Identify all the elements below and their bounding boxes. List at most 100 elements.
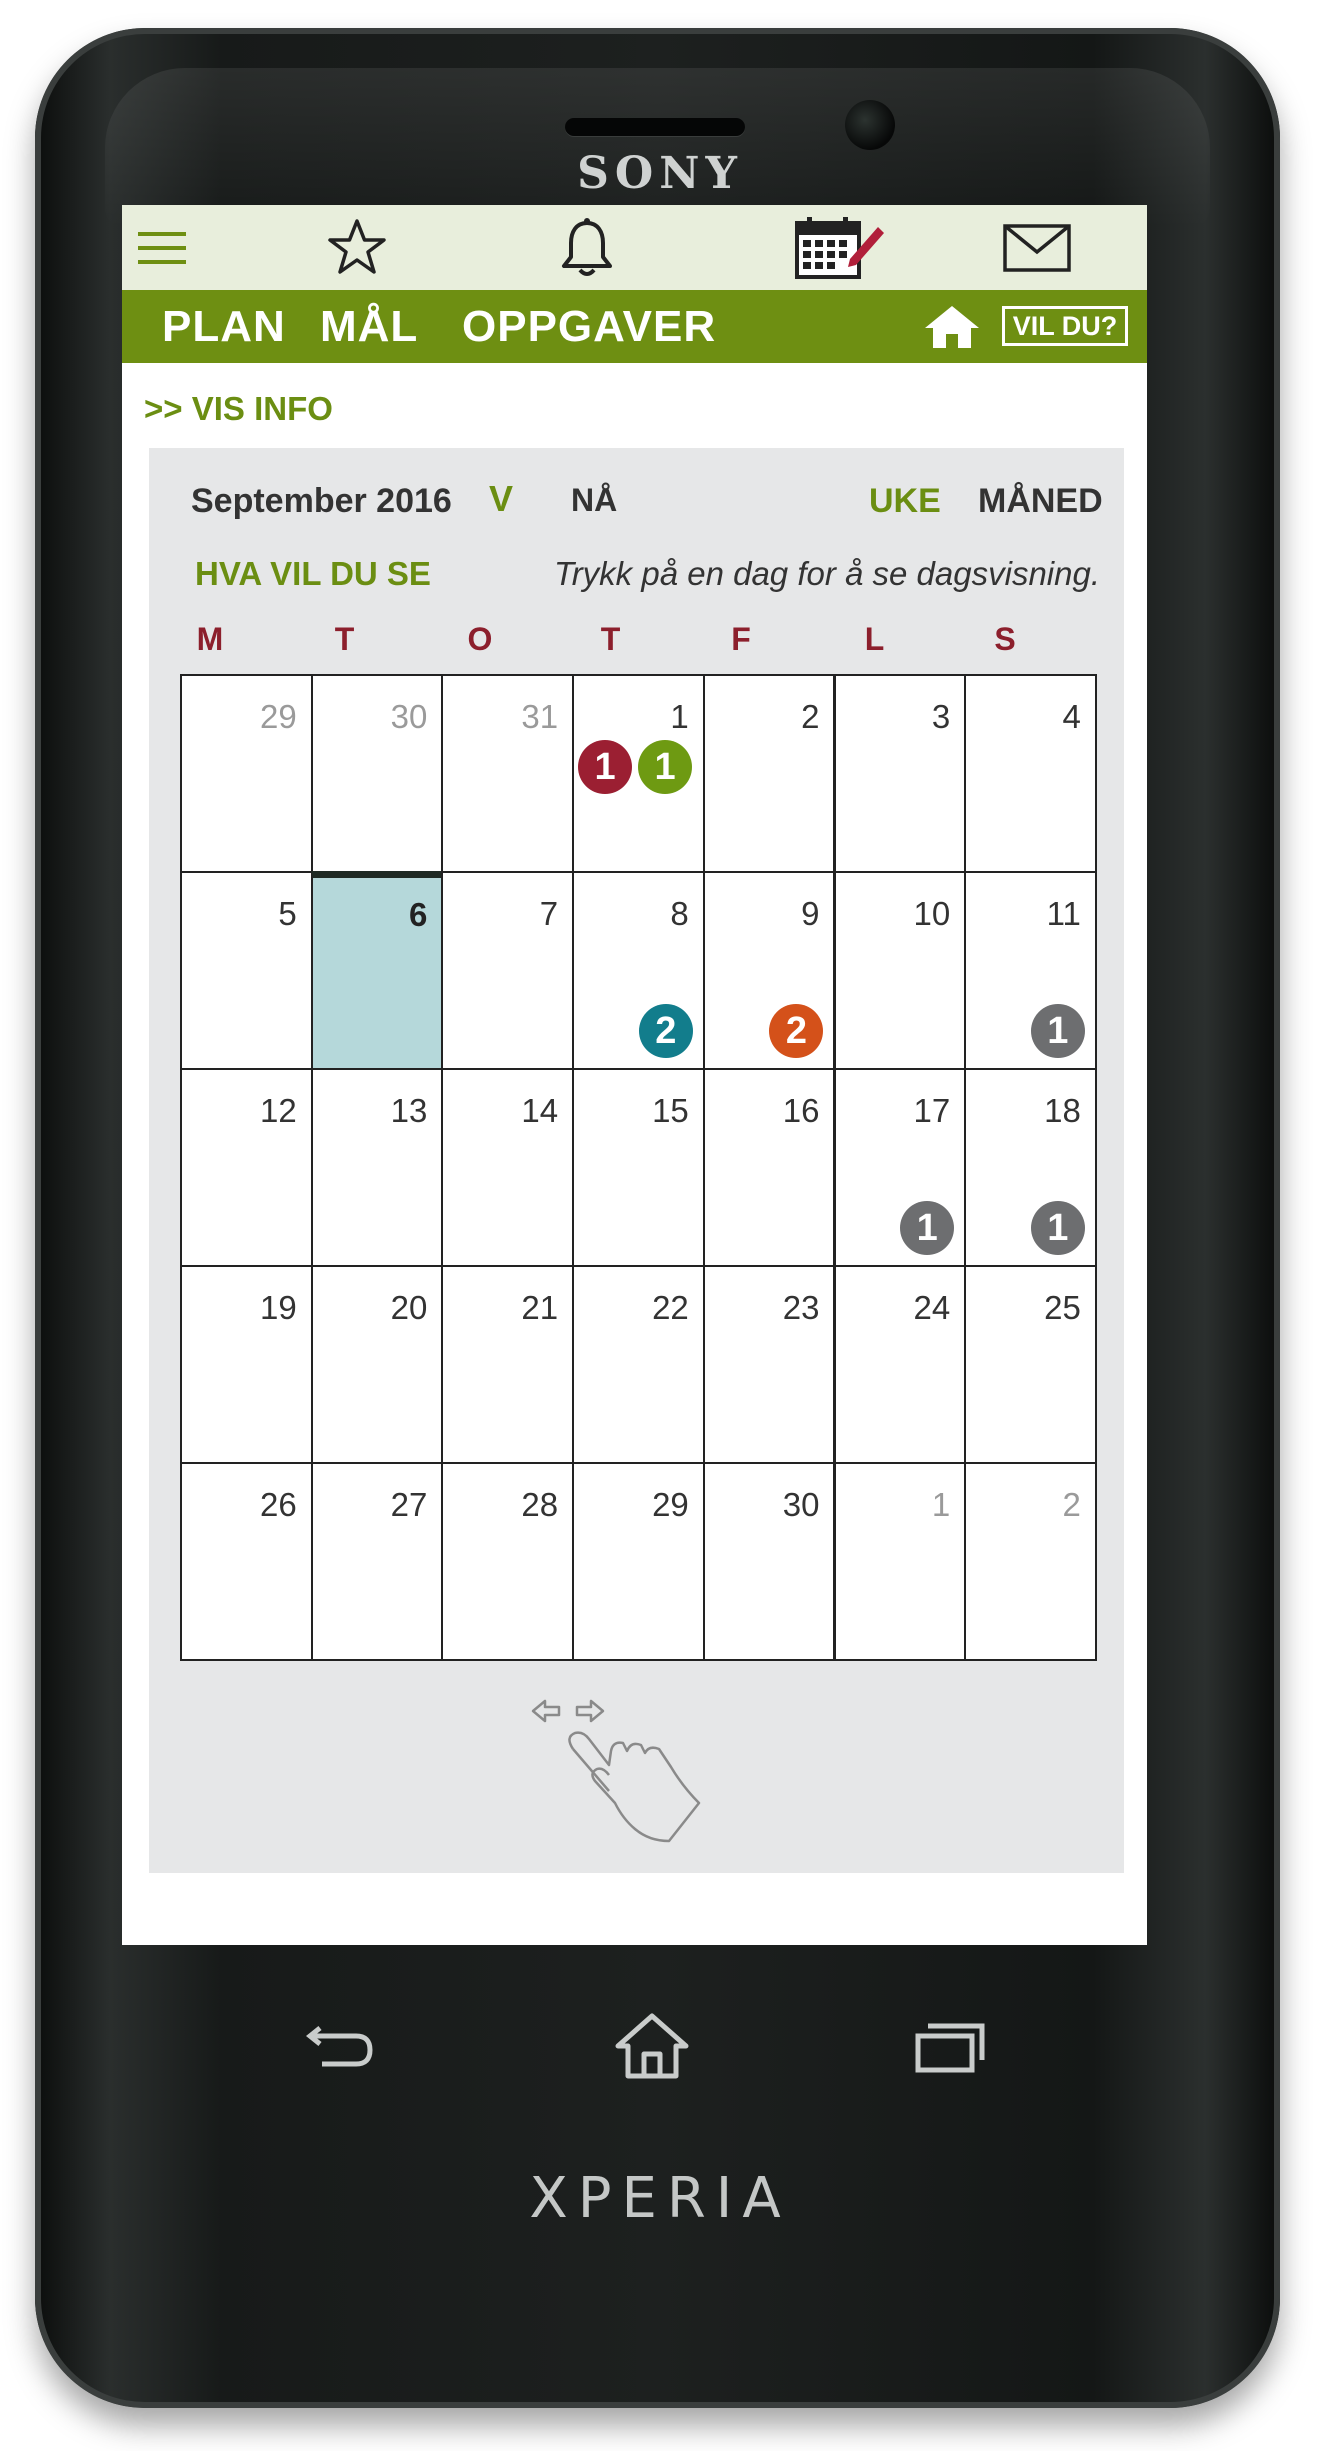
day-cell[interactable]: 111: [572, 674, 705, 873]
day-number: 6: [409, 896, 428, 933]
day-number: 7: [539, 895, 559, 932]
day-cell[interactable]: 92: [702, 871, 836, 1070]
weekday-6: S: [994, 621, 1016, 657]
day-cell-today[interactable]: 6: [310, 871, 444, 1070]
day-number: 20: [390, 1289, 428, 1326]
day-number: 17: [913, 1092, 951, 1129]
weekday-2: O: [467, 621, 493, 657]
day-number: 16: [782, 1092, 820, 1129]
day-number: 26: [259, 1486, 297, 1523]
day-number: 11: [1046, 895, 1081, 932]
day-number: 1: [931, 1486, 951, 1523]
day-cell[interactable]: 17 1: [833, 1068, 967, 1267]
bell-icon[interactable]: [552, 205, 622, 290]
now-button[interactable]: NÅ: [571, 482, 617, 519]
event-count-badge[interactable]: 1: [638, 740, 693, 794]
nav-oppgaver[interactable]: OPPGAVER: [462, 290, 716, 363]
home-key-icon[interactable]: [612, 2010, 692, 2080]
day-cell[interactable]: 3: [833, 674, 967, 873]
mail-icon[interactable]: [997, 205, 1077, 290]
day-cell[interactable]: 5: [180, 871, 313, 1070]
day-cell[interactable]: 4: [964, 674, 1097, 873]
what-to-see-button[interactable]: HVA VIL DU SE: [195, 555, 431, 593]
front-camera: [845, 100, 895, 150]
day-cell[interactable]: 30: [310, 674, 444, 873]
event-count-badge[interactable]: 1: [900, 1201, 955, 1255]
event-count-badge[interactable]: 2: [769, 1004, 824, 1058]
day-cell[interactable]: 28: [441, 1462, 575, 1661]
day-cell[interactable]: 14: [441, 1068, 575, 1267]
day-cell[interactable]: 19: [180, 1265, 313, 1464]
day-cell[interactable]: 29: [572, 1462, 705, 1661]
day-number: 9: [801, 895, 820, 932]
day-cell[interactable]: 82: [572, 871, 705, 1070]
day-number: 8: [670, 895, 689, 932]
day-cell[interactable]: 2: [964, 1462, 1097, 1661]
day-number: 25: [1044, 1289, 1081, 1326]
month-dropdown-button[interactable]: V: [489, 478, 513, 520]
event-count-badge[interactable]: 1: [1030, 1004, 1085, 1058]
brand-logo: SONY: [577, 148, 743, 199]
day-number: 22: [652, 1289, 689, 1326]
weekday-4: F: [731, 621, 751, 657]
day-cell[interactable]: 30: [702, 1462, 836, 1661]
day-cell[interactable]: 10: [833, 871, 967, 1070]
day-cell[interactable]: 12: [180, 1068, 313, 1267]
day-cell[interactable]: 24: [833, 1265, 967, 1464]
day-view-hint: Trykk på en dag for å se dagsvisning.: [553, 555, 1100, 592]
main-nav: PLAN MÅL OPPGAVER VIL DU?: [122, 290, 1147, 363]
day-cell[interactable]: 15: [572, 1068, 705, 1267]
day-cell[interactable]: 29: [180, 674, 313, 873]
month-view-button[interactable]: MÅNED: [978, 482, 1103, 521]
day-cell[interactable]: 7: [441, 871, 575, 1070]
swipe-gesture-icon: [531, 1691, 721, 1851]
day-number: 30: [390, 698, 428, 735]
day-number: 14: [521, 1092, 559, 1129]
vil-du-button[interactable]: VIL DU?: [1002, 306, 1128, 346]
event-count-badge[interactable]: 1: [578, 740, 633, 794]
month-label: September 2016: [191, 482, 452, 520]
day-number: 19: [259, 1289, 297, 1326]
day-cell[interactable]: 16: [702, 1068, 836, 1267]
day-cell[interactable]: 18 1: [964, 1068, 1097, 1267]
star-icon[interactable]: [317, 205, 397, 290]
menu-icon[interactable]: [132, 205, 192, 290]
day-cell[interactable]: 21: [441, 1265, 575, 1464]
day-number: 29: [652, 1486, 689, 1523]
app-screen: PLAN MÅL OPPGAVER VIL DU? >> VIS INFO Se…: [122, 205, 1147, 1945]
week-view-button[interactable]: UKE: [869, 482, 941, 521]
day-cell[interactable]: 13: [310, 1068, 444, 1267]
back-key-icon[interactable]: [300, 2010, 380, 2080]
xperia-logo: XPERIA: [529, 2166, 791, 2231]
home-icon[interactable]: [922, 290, 982, 363]
day-cell[interactable]: 22: [572, 1265, 705, 1464]
day-cell[interactable]: 26: [180, 1462, 313, 1661]
day-number: 23: [782, 1289, 820, 1326]
nav-maal[interactable]: MÅL: [320, 290, 418, 363]
day-cell[interactable]: 23: [702, 1265, 836, 1464]
day-number: 12: [259, 1092, 297, 1129]
icon-toolbar: [122, 205, 1147, 290]
day-cell[interactable]: 25: [964, 1265, 1097, 1464]
day-number: 13: [390, 1092, 428, 1129]
earpiece-speaker: [565, 118, 745, 136]
day-cell[interactable]: 2: [702, 674, 836, 873]
day-number: 3: [931, 698, 951, 735]
day-cell[interactable]: 27: [310, 1462, 444, 1661]
day-number: 4: [1062, 698, 1081, 735]
day-cell[interactable]: 31: [441, 674, 575, 873]
month-grid: 29 30 31 1 1 1 2 3 4 5 6 7 8 2 9 2 10 11 1 12 13 14 15 16 17 1 18 1…: [180, 674, 1097, 1661]
weekday-0: M: [196, 621, 224, 657]
nav-plan[interactable]: PLAN: [162, 290, 286, 363]
vis-info-link[interactable]: >> VIS INFO: [144, 390, 333, 428]
day-number: 1: [670, 698, 689, 735]
day-cell[interactable]: 1: [833, 1462, 967, 1661]
event-count-badge[interactable]: 2: [638, 1004, 693, 1058]
day-cell[interactable]: 111: [964, 871, 1097, 1070]
day-cell[interactable]: 20: [310, 1265, 444, 1464]
calendar-edit-icon[interactable]: [792, 205, 887, 290]
weekday-5: L: [864, 621, 885, 657]
event-count-badge[interactable]: 1: [1030, 1201, 1085, 1255]
recent-apps-key-icon[interactable]: [910, 2010, 990, 2080]
weekday-3: T: [600, 621, 621, 657]
